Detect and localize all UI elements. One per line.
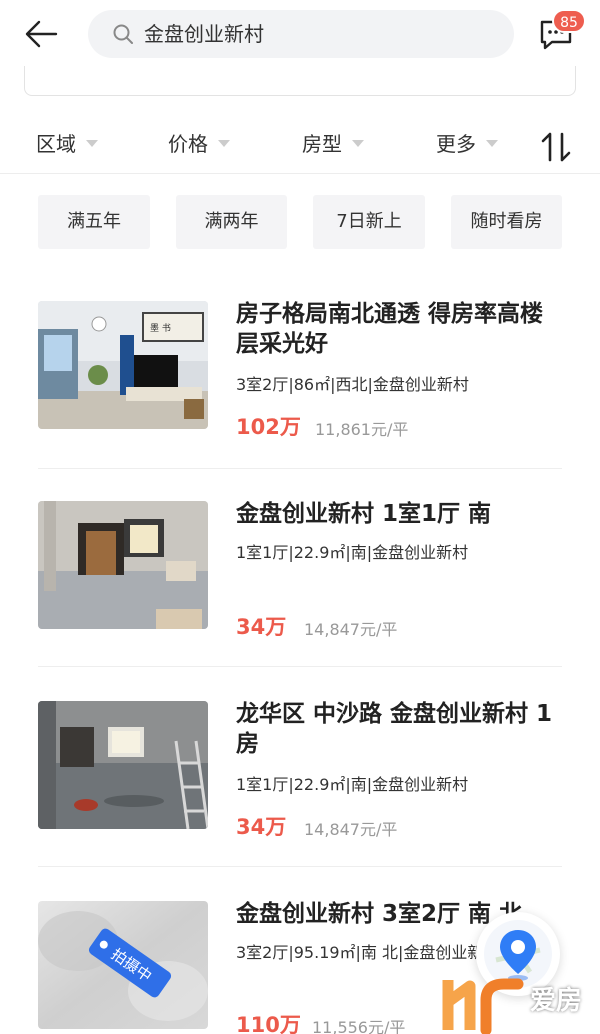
watermark-text: 爱房 [530,986,583,1016]
filter-bar: 区域 价格 房型 更多 [0,116,600,174]
filter-label: 房型 [302,132,342,156]
search-suggestion-panel [24,66,576,96]
listing-photo [38,501,208,629]
listing-photo: 墨 书 [38,301,208,429]
filter-label: 区域 [36,132,76,156]
listing-unit-price: 11,556元/平 [312,1018,406,1034]
divider [38,866,562,867]
tag-view-anytime[interactable]: 随时看房 [451,195,562,249]
caret-down-icon [218,140,230,147]
listing-meta: 1室1厅|22.9㎡|南|金盘创业新村 [236,775,469,794]
listing-price: 34万 [236,815,287,839]
brand-watermark: 爱房 [442,966,600,1034]
filter-area[interactable]: 区域 [36,128,98,160]
listing-price: 34万 [236,615,287,639]
search-query-text: 金盘创业新村 [144,22,264,46]
filter-price[interactable]: 价格 [168,128,230,160]
listing-unit-price: 14,847元/平 [304,620,398,639]
listing-price: 102万 [236,415,301,439]
listing-unit-price: 14,847元/平 [304,820,398,839]
listing-meta: 3室2厅|95.19㎡|南 北|金盘创业新村 [236,943,500,962]
tag-new-7-days[interactable]: 7日新上 [313,195,425,249]
listing-title: 金盘创业新村 1室1厅 南 [236,501,492,527]
back-arrow-icon [25,20,58,48]
filter-label: 更多 [436,132,476,156]
tag-over-five-years[interactable]: 满五年 [38,195,150,249]
listing-title: 房子格局南北通透 得房率高楼层采光好 [236,301,544,357]
caret-down-icon [86,140,98,147]
listing-card[interactable]: 墨 书 房子格局南北通透 得房率高楼层采光好 3室2厅|86㎡|西北|金盘创业新… [38,301,562,501]
sort-arrows-icon [541,132,571,162]
listing-meta: 1室1厅|22.9㎡|南|金盘创业新村 [236,543,469,562]
listing-photo: 拍摄中 [38,901,208,1029]
caret-down-icon [486,140,498,147]
listing-card[interactable]: 金盘创业新村 1室1厅 南 1室1厅|22.9㎡|南|金盘创业新村 34万 14… [38,501,562,701]
tag-over-two-years[interactable]: 满两年 [176,195,287,249]
top-bar: 金盘创业新村 85 [0,0,600,70]
listing-unit-price: 11,861元/平 [315,420,409,439]
back-button[interactable] [22,16,62,52]
filter-label: 价格 [168,132,208,156]
search-icon [113,24,133,44]
listing-photo [38,701,208,829]
sort-button[interactable] [538,130,574,164]
divider [38,666,562,667]
logo-icon [442,978,524,1034]
listing-title: 龙华区 中沙路 金盘创业新村 1房 [236,701,553,757]
filter-layout[interactable]: 房型 [302,128,364,160]
search-input[interactable]: 金盘创业新村 [88,10,514,58]
svg-text:墨 书: 墨 书 [150,323,171,334]
listing-price: 110万 [236,1013,301,1034]
divider [38,468,562,469]
unread-count-badge: 85 [552,9,586,33]
listing-meta: 3室2厅|86㎡|西北|金盘创业新村 [236,375,469,394]
caret-down-icon [352,140,364,147]
listing-card[interactable]: 龙华区 中沙路 金盘创业新村 1房 1室1厅|22.9㎡|南|金盘创业新村 34… [38,701,562,901]
filter-more[interactable]: 更多 [436,128,498,160]
